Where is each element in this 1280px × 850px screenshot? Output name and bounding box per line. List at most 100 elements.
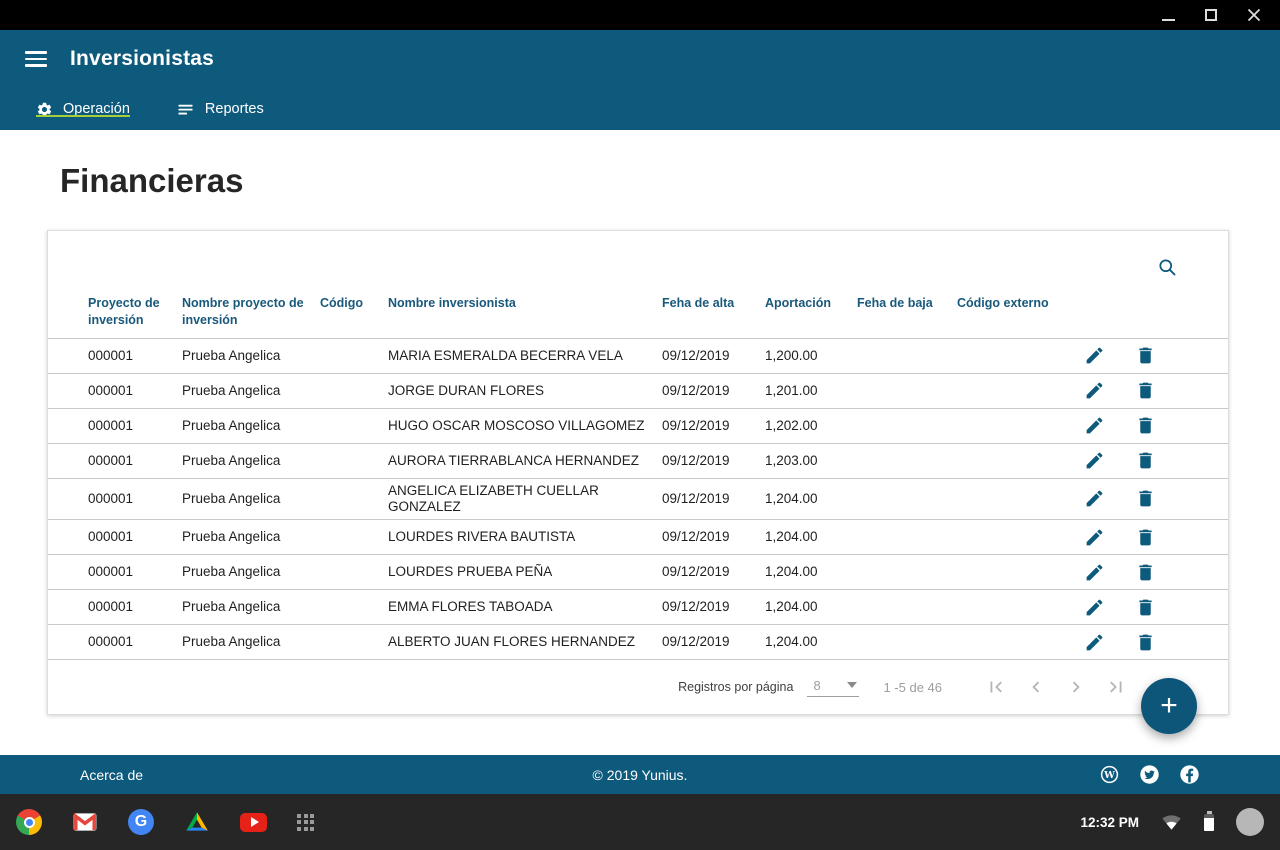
chrome-icon[interactable] — [16, 809, 42, 835]
cell-aportacion: 1,204.00 — [765, 491, 857, 507]
table-row: 000001 Prueba Angelica MARIA ESMERALDA B… — [48, 339, 1228, 374]
tab-reportes[interactable]: Reportes — [176, 88, 264, 130]
system-tray[interactable]: 12:32 PM — [1080, 808, 1264, 836]
edit-button[interactable] — [1082, 630, 1106, 654]
cell-inversionista: ANGELICA ELIZABETH CUELLAR GONZALEZ — [388, 483, 662, 515]
first-page-icon — [985, 676, 1007, 698]
table-header: Proyecto de inversión Nombre proyecto de… — [48, 295, 1228, 339]
cell-nombre-proyecto: Prueba Angelica — [182, 453, 320, 469]
drive-icon[interactable] — [184, 809, 210, 835]
table-header-cell: Nombre inversionista — [388, 295, 662, 312]
cell-feha-alta: 09/12/2019 — [662, 383, 765, 399]
delete-button[interactable] — [1133, 595, 1157, 619]
cell-aportacion: 1,204.00 — [765, 634, 857, 650]
maximize-button[interactable] — [1203, 7, 1219, 23]
page-size-select[interactable]: 8 — [807, 678, 859, 697]
copyright: © 2019 Yunius. — [593, 767, 688, 783]
delete-button[interactable] — [1133, 630, 1157, 654]
trash-icon — [1135, 380, 1156, 401]
cell-inversionista: EMMA FLORES TABOADA — [388, 599, 662, 615]
pencil-icon — [1084, 562, 1105, 583]
cell-nombre-proyecto: Prueba Angelica — [182, 599, 320, 615]
cell-inversionista: ALBERTO JUAN FLORES HERNANDEZ — [388, 634, 662, 650]
table-body: 000001 Prueba Angelica MARIA ESMERALDA B… — [48, 339, 1228, 660]
table-row: 000001 Prueba Angelica LOURDES PRUEBA PE… — [48, 555, 1228, 590]
menu-icon[interactable] — [25, 51, 47, 67]
cell-nombre-proyecto: Prueba Angelica — [182, 348, 320, 364]
cell-feha-alta: 09/12/2019 — [662, 453, 765, 469]
cell-aportacion: 1,200.00 — [765, 348, 857, 364]
cell-proyecto: 000001 — [88, 491, 182, 507]
search-button[interactable] — [1157, 257, 1178, 281]
tab-operacion[interactable]: Operación — [36, 88, 130, 130]
table-row: 000001 Prueba Angelica JORGE DURAN FLORE… — [48, 374, 1228, 409]
delete-button[interactable] — [1133, 379, 1157, 403]
app-header: Inversionistas Operación Reportes — [0, 30, 1280, 130]
cell-feha-alta: 09/12/2019 — [662, 491, 765, 507]
delete-button[interactable] — [1133, 487, 1157, 511]
cell-aportacion: 1,204.00 — [765, 599, 857, 615]
trash-icon — [1135, 488, 1156, 509]
trash-icon — [1135, 415, 1156, 436]
chevron-right-icon — [1065, 676, 1087, 698]
edit-button[interactable] — [1082, 525, 1106, 549]
table-header-cell: Feha de alta — [662, 295, 765, 312]
edit-button[interactable] — [1082, 379, 1106, 403]
gmail-icon[interactable] — [72, 809, 98, 835]
minimize-button[interactable] — [1160, 7, 1176, 23]
trash-icon — [1135, 450, 1156, 471]
main-content: Financieras Proyecto de inversión Nombre… — [0, 130, 1280, 755]
delete-button[interactable] — [1133, 560, 1157, 584]
next-page-button[interactable] — [1064, 675, 1088, 699]
facebook-link[interactable] — [1179, 764, 1200, 785]
edit-button[interactable] — [1082, 487, 1106, 511]
youtube-icon[interactable] — [240, 813, 267, 832]
cell-proyecto: 000001 — [88, 453, 182, 469]
apps-grid-icon[interactable] — [297, 814, 314, 831]
last-page-button[interactable] — [1104, 675, 1128, 699]
table-header-cell: Feha de baja — [857, 295, 957, 312]
delete-button[interactable] — [1133, 414, 1157, 438]
cell-nombre-proyecto: Prueba Angelica — [182, 634, 320, 650]
delete-button[interactable] — [1133, 344, 1157, 368]
delete-button[interactable] — [1133, 525, 1157, 549]
dropdown-caret-icon — [847, 682, 857, 688]
edit-button[interactable] — [1082, 449, 1106, 473]
pencil-icon — [1084, 380, 1105, 401]
first-page-button[interactable] — [984, 675, 1008, 699]
edit-button[interactable] — [1082, 344, 1106, 368]
cell-proyecto: 000001 — [88, 599, 182, 615]
close-button[interactable] — [1246, 7, 1262, 23]
edit-button[interactable] — [1082, 595, 1106, 619]
table-row: 000001 Prueba Angelica EMMA FLORES TABOA… — [48, 590, 1228, 625]
edit-button[interactable] — [1082, 414, 1106, 438]
wordpress-link[interactable]: W — [1099, 764, 1120, 785]
cell-aportacion: 1,204.00 — [765, 529, 857, 545]
table-header-cell: Código — [320, 295, 388, 312]
twitter-icon — [1139, 764, 1160, 785]
cell-proyecto: 000001 — [88, 383, 182, 399]
cell-aportacion: 1,202.00 — [765, 418, 857, 434]
account-avatar[interactable] — [1236, 808, 1264, 836]
table-header-cell: Proyecto de inversión — [88, 295, 182, 329]
table-header-cell: Código externo — [957, 295, 1082, 312]
cell-feha-alta: 09/12/2019 — [662, 564, 765, 580]
table-row: 000001 Prueba Angelica ANGELICA ELIZABET… — [48, 479, 1228, 520]
add-button[interactable]: + — [1141, 678, 1197, 734]
tab-bar: Operación Reportes — [0, 88, 1280, 130]
close-icon — [1247, 8, 1261, 22]
notes-icon — [176, 100, 195, 119]
clock: 12:32 PM — [1080, 815, 1139, 830]
chromeos-screen: Inversionistas Operación Reportes Financ… — [0, 0, 1280, 850]
cell-nombre-proyecto: Prueba Angelica — [182, 564, 320, 580]
twitter-link[interactable] — [1139, 764, 1160, 785]
about-link[interactable]: Acerca de — [80, 767, 143, 783]
table-header-cell: Aportación — [765, 295, 857, 312]
cell-proyecto: 000001 — [88, 348, 182, 364]
table-header-cell: Nombre proyecto de inversión — [182, 295, 320, 329]
prev-page-button[interactable] — [1024, 675, 1048, 699]
cell-proyecto: 000001 — [88, 529, 182, 545]
google-icon[interactable]: G — [128, 809, 154, 835]
delete-button[interactable] — [1133, 449, 1157, 473]
edit-button[interactable] — [1082, 560, 1106, 584]
